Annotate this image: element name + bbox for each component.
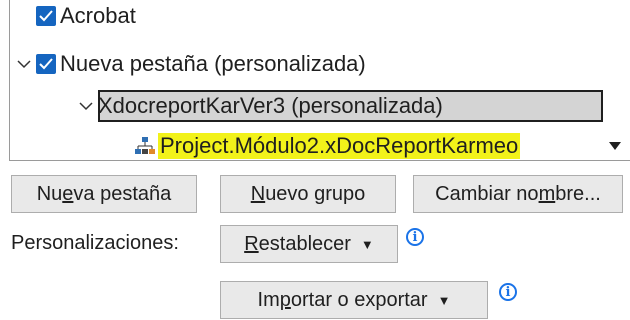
- macro-tree-icon: [134, 136, 156, 156]
- checkbox-checked-icon[interactable]: [36, 54, 56, 74]
- accelerator-key: N: [250, 182, 266, 205]
- tree-item-group[interactable]: XdocreportKarVer3 (personalizada): [76, 92, 443, 120]
- caret-down-icon: ▼: [360, 236, 374, 252]
- info-icon[interactable]: i: [499, 283, 517, 301]
- chevron-expanded-icon[interactable]: [14, 54, 34, 74]
- accelerator-key: e: [62, 182, 74, 205]
- import-export-dropdown-button[interactable]: Im p ortar o exportar ▼: [220, 281, 488, 319]
- button-text: Cambiar no: [435, 182, 539, 205]
- tree-item-label: Acrobat: [60, 3, 136, 28]
- button-text: va pestaña: [73, 182, 172, 205]
- accelerator-key: R: [244, 232, 259, 255]
- tree-item-acrobat[interactable]: Acrobat: [36, 2, 136, 30]
- info-icon[interactable]: i: [406, 228, 424, 246]
- rename-button[interactable]: Cambiar no m bre...: [413, 175, 623, 213]
- tree-item-label: XdocreportKarVer3 (personalizada): [98, 93, 443, 118]
- new-group-button[interactable]: Nuevo grupo: [220, 175, 396, 213]
- customizations-label: Personalizaciones:: [11, 232, 179, 254]
- button-text: Im: [257, 288, 280, 311]
- button-text: Nu: [36, 182, 63, 205]
- tree-item-label: Nueva pestaña (personalizada): [60, 51, 366, 76]
- tree-item-label: Project.Módulo2.xDocReportKarmeo: [158, 133, 521, 159]
- tree-scroll-area: [600, 0, 630, 161]
- caret-down-icon: ▼: [437, 292, 451, 308]
- reset-dropdown-button[interactable]: Restablecer ▼: [220, 225, 398, 263]
- accelerator-key: p: [279, 288, 291, 311]
- tree-item-new-tab[interactable]: Nueva pestaña (personalizada): [14, 50, 366, 78]
- chevron-down-icon[interactable]: [604, 138, 626, 154]
- button-text: ortar o exportar: [290, 288, 428, 311]
- button-text: establecer: [258, 232, 351, 255]
- tree-item-macro[interactable]: Project.Módulo2.xDocReportKarmeo: [134, 132, 521, 160]
- new-tab-button[interactable]: Nu e va pestaña: [11, 175, 197, 213]
- checkbox-checked-icon[interactable]: [36, 6, 56, 26]
- chevron-expanded-icon[interactable]: [76, 96, 96, 116]
- accelerator-key: m: [538, 182, 556, 205]
- button-text: uevo grupo: [265, 182, 366, 205]
- button-text: bre...: [555, 182, 601, 205]
